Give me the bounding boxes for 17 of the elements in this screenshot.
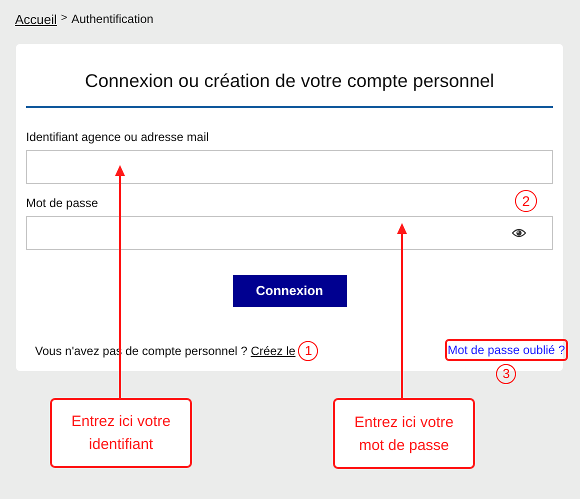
annotation-marker: 2 — [515, 190, 537, 212]
create-account-link[interactable]: Créez le — [250, 344, 296, 358]
password-field[interactable] — [26, 216, 553, 250]
callout-box: Entrez ici votre mot de passe — [333, 398, 475, 469]
annotation-marker: 1 — [298, 341, 318, 361]
field-label: Mot de passe — [26, 195, 98, 212]
show-password-icon[interactable] — [512, 228, 526, 238]
breadcrumb-separator: > — [60, 11, 68, 26]
breadcrumb-link[interactable]: Accueil — [15, 10, 57, 30]
callout-box: Entrez ici votre identifiant — [50, 398, 192, 468]
field-label: Identifiant agence ou adresse mail — [26, 129, 209, 146]
connexion-button[interactable]: Connexion — [232, 275, 346, 307]
card-title: Connexion ou création de votre compte personnel — [84, 69, 494, 93]
annotation-marker: 3 — [496, 364, 516, 384]
text-field[interactable] — [26, 150, 553, 184]
breadcrumb-current: Authentification — [71, 11, 154, 28]
forgot-password-link[interactable]: Mot de passe oublié ? — [444, 339, 568, 361]
